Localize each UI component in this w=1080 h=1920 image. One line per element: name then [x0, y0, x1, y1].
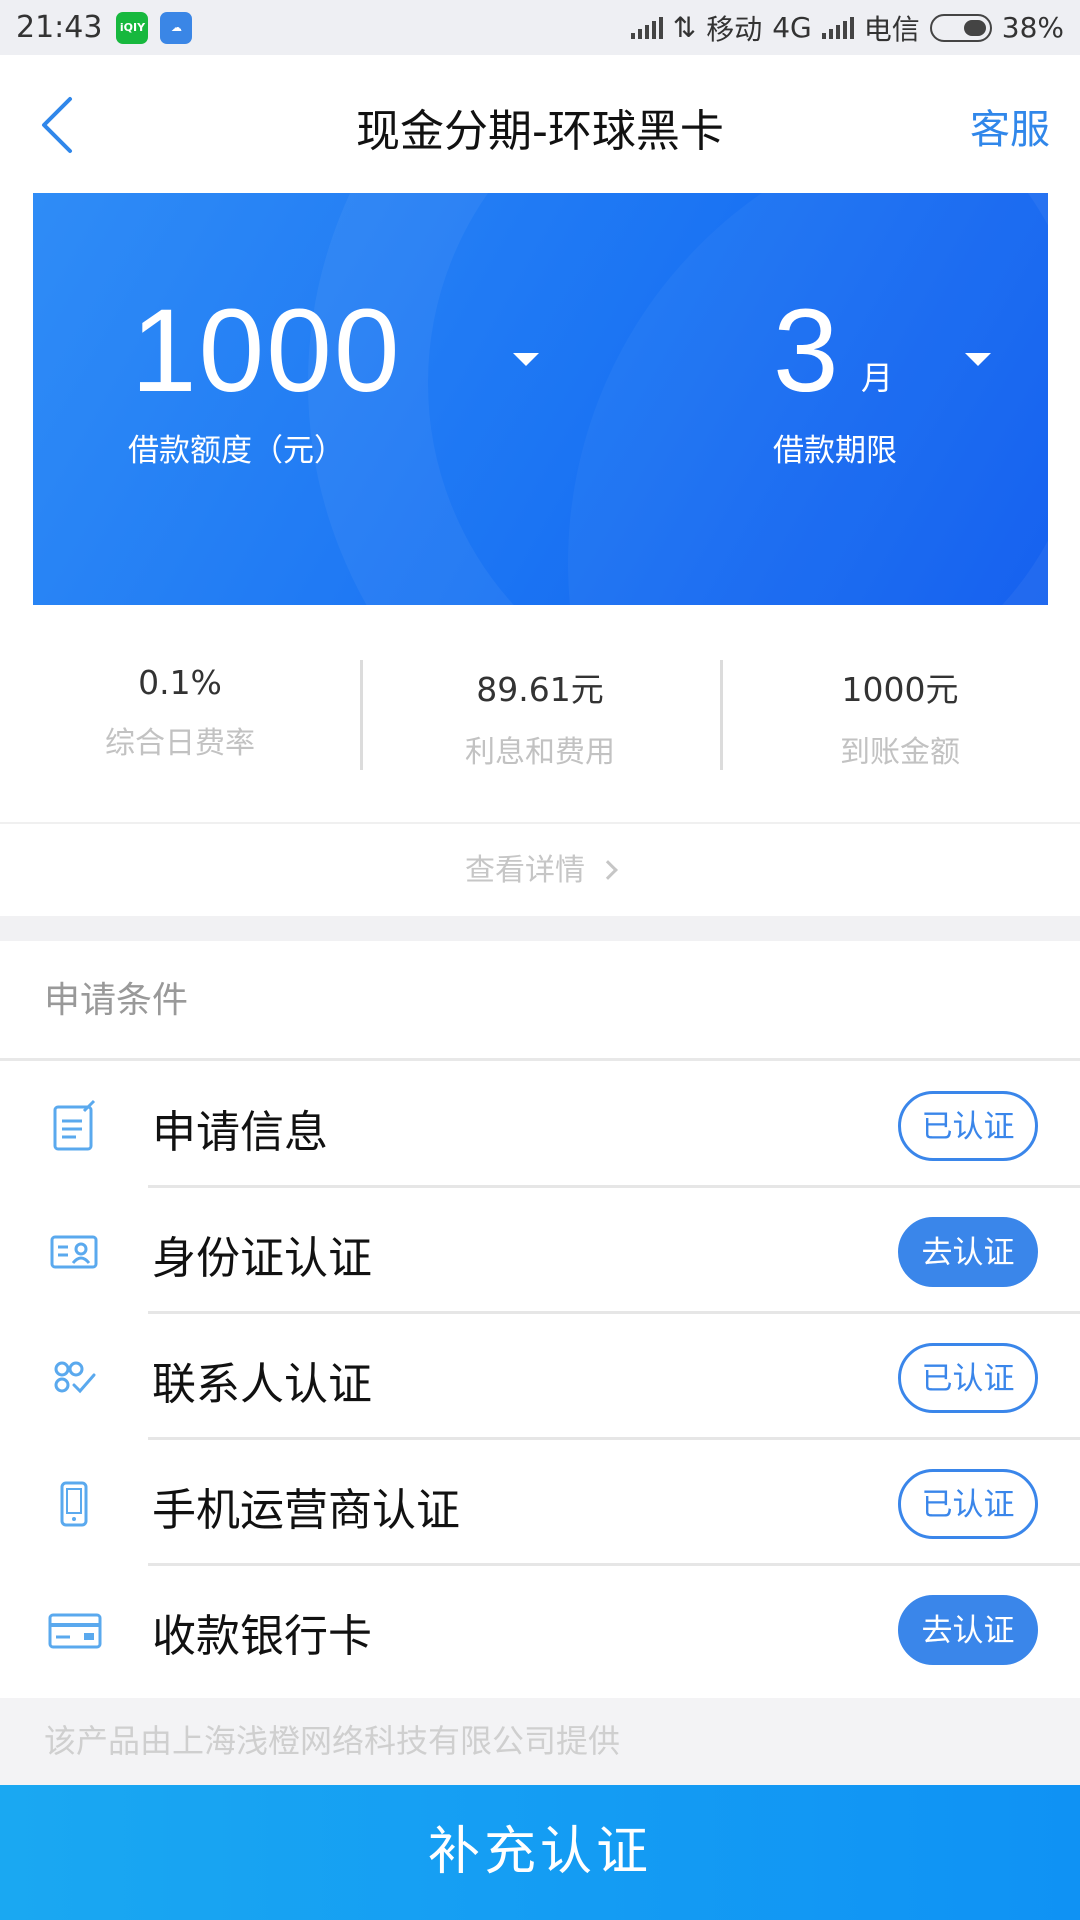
- phone-icon: [60, 1481, 88, 1527]
- card-decoration-2: [308, 193, 1048, 605]
- status-bar: 21:43 iQIY ☁ ⇅ 移动 4G 电信 38%: [0, 0, 1080, 55]
- loan-term-label: 借款期限: [773, 433, 897, 469]
- id-card-icon: [50, 1235, 98, 1269]
- iqiyi-icon: iQIY: [116, 11, 149, 44]
- verified-button[interactable]: 已认证: [898, 1091, 1038, 1161]
- loan-term-value[interactable]: 3: [773, 283, 839, 419]
- view-details-link[interactable]: 查看详情: [0, 822, 1080, 916]
- condition-label: 身份证认证: [152, 1233, 372, 1284]
- condition-bank-card[interactable]: 收款银行卡 去认证: [0, 1566, 1080, 1692]
- customer-service-link[interactable]: 客服: [970, 97, 1050, 155]
- chevron-right-icon: [598, 860, 618, 880]
- condition-application-info[interactable]: 申请信息 已认证: [0, 1062, 1080, 1188]
- contacts-icon: [54, 1361, 96, 1394]
- battery-percent: 38%: [1001, 11, 1064, 44]
- verify-button[interactable]: 去认证: [898, 1595, 1038, 1665]
- stat-interest-fees: 89.61元 利息和费用: [360, 605, 720, 820]
- term-dropdown-icon[interactable]: [965, 353, 991, 366]
- condition-label: 手机运营商认证: [152, 1485, 460, 1536]
- stat-received-amount: 1000元 到账金额: [720, 605, 1080, 820]
- data-transfer-icon: ⇅: [672, 11, 697, 44]
- status-indicators: ⇅ 移动 4G 电信 38%: [630, 8, 1064, 48]
- status-time: 21:43: [16, 10, 103, 45]
- stat-label: 利息和费用: [465, 735, 615, 770]
- loan-card: 1000 借款额度（元） 3 月 借款期限: [33, 193, 1048, 605]
- submit-verification-button[interactable]: 补充认证: [0, 1785, 1080, 1920]
- section-gap: [0, 916, 1080, 941]
- provider-note: 该产品由上海浅橙网络科技有限公司提供: [0, 1698, 1080, 1785]
- loan-amount-label: 借款额度（元）: [128, 433, 345, 469]
- conditions-list: 申请信息 已认证 身份证认证 去认证 联系人认证 已认证 手机运营商认证 已认证…: [0, 1062, 1080, 1692]
- battery-icon: [929, 13, 992, 42]
- carrier-1: 移动: [706, 12, 763, 46]
- condition-label: 收款银行卡: [152, 1611, 372, 1662]
- stat-value: 89.61元: [476, 670, 604, 709]
- loan-amount-value[interactable]: 1000: [131, 283, 402, 419]
- amount-dropdown-icon[interactable]: [513, 353, 539, 366]
- verified-button[interactable]: 已认证: [898, 1469, 1038, 1539]
- stat-value: 1000元: [841, 670, 959, 709]
- condition-carrier[interactable]: 手机运营商认证 已认证: [0, 1440, 1080, 1566]
- verified-button[interactable]: 已认证: [898, 1343, 1038, 1413]
- page-title: 现金分期-环球黑卡: [356, 106, 724, 157]
- document-icon: [53, 1099, 96, 1151]
- signal-icon: [630, 16, 663, 39]
- stat-label: 到账金额: [840, 735, 960, 770]
- condition-id-card[interactable]: 身份证认证 去认证: [0, 1188, 1080, 1314]
- page: 21:43 iQIY ☁ ⇅ 移动 4G 电信 38% 现金分期-环球黑卡 客服…: [0, 0, 1080, 1920]
- stat-daily-rate: 0.1% 综合日费率: [0, 605, 360, 820]
- loan-term-unit: 月: [861, 359, 894, 397]
- condition-label: 申请信息: [152, 1107, 328, 1158]
- loan-stats: 0.1% 综合日费率 89.61元 利息和费用 1000元 到账金额: [0, 605, 1080, 820]
- conditions-title: 申请条件: [0, 941, 1080, 1061]
- stat-label: 综合日费率: [105, 726, 255, 761]
- network-type: 4G: [772, 11, 812, 44]
- condition-contacts[interactable]: 联系人认证 已认证: [0, 1314, 1080, 1440]
- stat-value: 0.1%: [138, 663, 222, 702]
- bank-card-icon: [48, 1613, 102, 1649]
- signal-icon-2: [821, 16, 854, 39]
- cloud-icon: ☁: [160, 11, 193, 44]
- condition-label: 联系人认证: [152, 1359, 372, 1410]
- header: 现金分期-环球黑卡 客服: [0, 55, 1080, 193]
- carrier-2: 电信: [863, 12, 920, 46]
- verify-button[interactable]: 去认证: [898, 1217, 1038, 1287]
- view-details-label: 查看详情: [465, 853, 585, 888]
